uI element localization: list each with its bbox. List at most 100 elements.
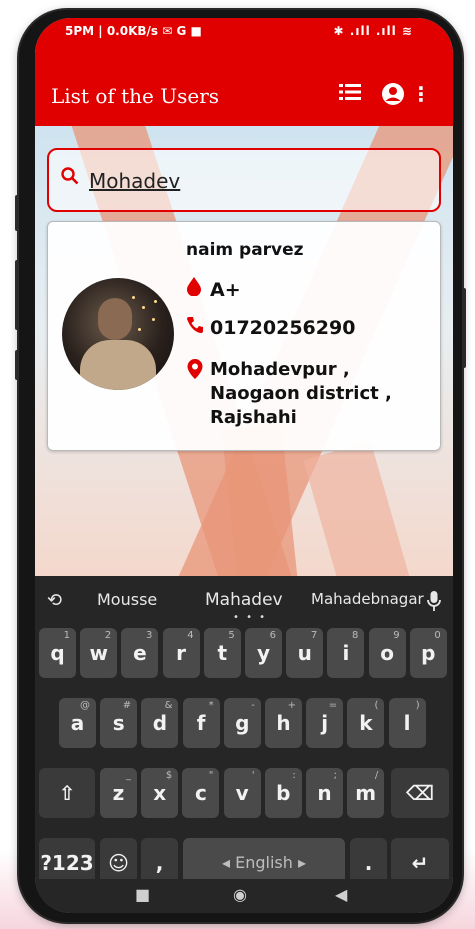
blood-group-row: A+ — [186, 276, 241, 301]
phone-icon — [186, 316, 210, 339]
key-hint: * — [208, 700, 214, 711]
key-label: ◂ English ▸ — [221, 853, 306, 872]
key-label: h — [276, 711, 291, 735]
shift-key[interactable]: ⇧ — [39, 768, 95, 818]
key-q[interactable]: q1 — [39, 628, 76, 678]
phone-screen: 5PM | 0.0KB/s ✉ G ■ ✱ .ıll .ıll ≋ List o… — [35, 18, 453, 913]
key-y[interactable]: y6 — [245, 628, 282, 678]
suggestion-bar: ⟲ Mousse Mahadev • • • Mahadebnagar — [35, 576, 453, 623]
key-o[interactable]: o9 — [368, 628, 406, 678]
search-icon-svg — [61, 167, 79, 185]
key-hint: 7 — [310, 630, 318, 641]
key-hint: 5 — [228, 630, 235, 641]
key-hint: $ — [165, 770, 173, 781]
status-right: ✱ .ıll .ıll ≋ — [333, 24, 413, 38]
key-label: q — [50, 641, 65, 665]
key-hint: - — [251, 700, 255, 711]
suggestion-dots: • • • — [233, 612, 268, 623]
key-t[interactable]: t5 — [203, 628, 241, 678]
suggestion-item[interactable]: Mahadebnagar — [311, 590, 424, 608]
key-x[interactable]: x $ — [141, 768, 179, 818]
user-name: naim parvez — [186, 240, 304, 260]
key-hint: # — [122, 700, 132, 711]
phone-number: 01720256290 — [210, 317, 356, 339]
key-label: e — [133, 641, 147, 665]
avatar-shirt — [80, 340, 156, 390]
key-hint: = — [328, 700, 338, 711]
key-hint: 8 — [352, 630, 359, 641]
key-c[interactable]: c " — [182, 768, 220, 818]
key-m[interactable]: m / — [347, 768, 385, 818]
key-v[interactable]: v ' — [223, 768, 261, 818]
key-label: f — [196, 711, 206, 735]
side-button — [15, 350, 19, 380]
key-g[interactable]: g- — [223, 698, 261, 748]
mic-icon-svg — [427, 591, 441, 611]
key-s[interactable]: s # — [100, 698, 138, 748]
more-vert-icon[interactable]: ⋮ — [411, 82, 431, 106]
key-label: d — [152, 711, 168, 735]
key-hint: & — [164, 700, 173, 711]
key-a[interactable]: a @ — [59, 698, 96, 748]
suggestion-item[interactable]: Mahadev — [205, 590, 283, 610]
volume-up-button — [15, 195, 19, 231]
key-d[interactable]: d & — [141, 698, 179, 748]
key-b[interactable]: b: — [264, 768, 302, 818]
key-label: ⇧ — [58, 781, 76, 805]
key-label: z — [112, 781, 125, 805]
account-circle-icon[interactable] — [381, 82, 405, 112]
backspace-key[interactable]: ⌫ — [391, 768, 449, 818]
key-hint: 9 — [393, 630, 400, 641]
bg-stripe — [303, 441, 437, 576]
key-label: t — [217, 641, 228, 665]
key-label: b — [276, 781, 291, 805]
home-button[interactable]: ◉ — [233, 885, 247, 904]
key-hint: ( — [374, 700, 379, 711]
key-hint: ' — [251, 770, 255, 781]
avatar-light — [152, 318, 155, 321]
key-w[interactable]: w2 — [80, 628, 118, 678]
back-button[interactable]: ■ — [135, 885, 150, 904]
key-hint: / — [374, 770, 379, 781]
user-card[interactable]: naim parvez A+ 01720256290 Mohadevpur , … — [47, 221, 441, 451]
avatar-light — [132, 296, 135, 299]
suggestion-item[interactable]: Mousse — [97, 590, 157, 609]
key-label: ⌫ — [405, 781, 435, 805]
list-icon[interactable] — [339, 82, 361, 108]
key-label: a — [70, 711, 85, 735]
key-j[interactable]: j = — [306, 698, 344, 748]
key-hint: _ — [126, 770, 131, 781]
key-hint: " — [208, 770, 214, 781]
key-hint: 3 — [146, 630, 153, 641]
recents-button[interactable]: ◀ — [335, 885, 347, 904]
key-label: . — [364, 851, 373, 875]
key-f[interactable]: f * — [182, 698, 220, 748]
key-hint: 6 — [269, 630, 276, 641]
key-e[interactable]: e3 — [121, 628, 159, 678]
key-i[interactable]: i8 — [327, 628, 365, 678]
key-u[interactable]: u7 — [286, 628, 324, 678]
key-l[interactable]: l) — [388, 698, 426, 748]
key-z[interactable]: z _ — [100, 768, 137, 818]
power-button — [462, 288, 466, 368]
mic-icon[interactable] — [427, 590, 441, 616]
key-label: v — [235, 781, 249, 805]
key-h[interactable]: h + — [265, 698, 302, 748]
search-input[interactable]: Mohadev — [47, 148, 441, 212]
blood-drop-svg — [187, 277, 201, 297]
status-bar: 5PM | 0.0KB/s ✉ G ■ ✱ .ıll .ıll ≋ — [35, 18, 453, 44]
key-r[interactable]: r4 — [162, 628, 200, 678]
location-pin-svg — [187, 359, 203, 379]
key-k[interactable]: k( — [347, 698, 385, 748]
clipboard-icon[interactable]: ⟲ — [47, 590, 62, 611]
key-label: ?123 — [40, 851, 94, 875]
key-hint: : — [292, 770, 296, 781]
key-n[interactable]: n; — [306, 768, 343, 818]
key-hint: 4 — [187, 630, 194, 641]
volume-down-button — [15, 260, 19, 330]
key-p[interactable]: p0 — [409, 628, 447, 678]
key-hint: 1 — [63, 630, 70, 641]
key-label: ↵ — [411, 851, 429, 875]
status-left: 5PM | 0.0KB/s ✉ G ■ — [65, 24, 202, 38]
key-hint: ; — [333, 770, 337, 781]
